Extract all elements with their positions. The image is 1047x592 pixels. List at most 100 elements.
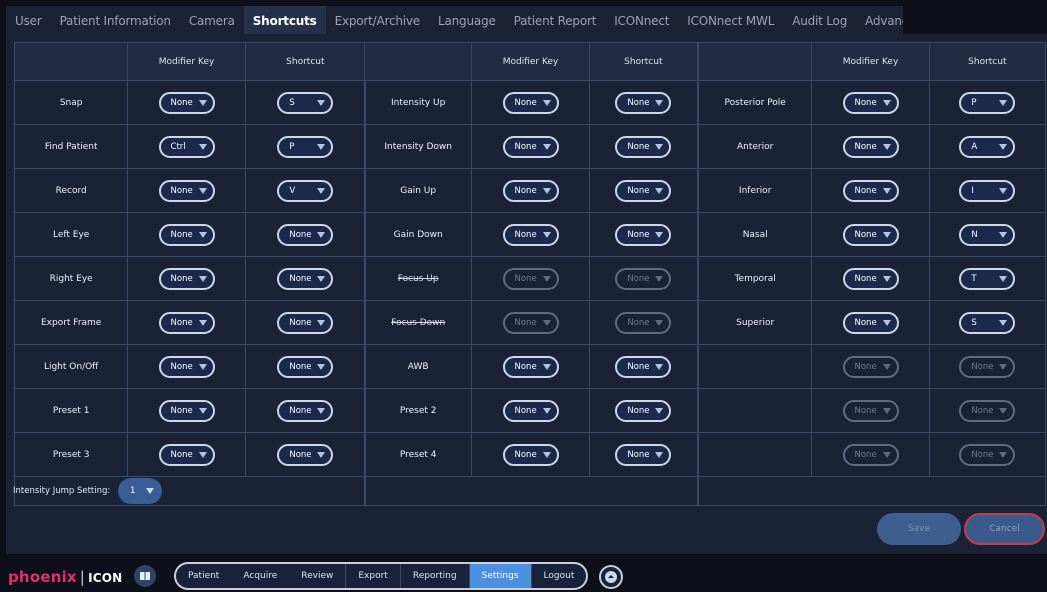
modifier-key-select[interactable]: None <box>158 311 215 334</box>
modifier-key-select[interactable]: None <box>158 267 215 290</box>
dropdown-value: P <box>289 141 295 152</box>
modifier-key-select[interactable]: None <box>502 399 559 422</box>
shortcut-key-select[interactable]: None <box>615 223 672 246</box>
dropdown-cell: None <box>812 169 930 213</box>
dropdown-value: None <box>627 361 650 372</box>
modifier-key-select[interactable]: Ctrl <box>158 135 215 158</box>
chevron-down-icon <box>999 275 1008 282</box>
tab-audit-log[interactable]: Audit Log <box>783 6 856 34</box>
action-name: Inferior <box>699 169 813 213</box>
modifier-key-select[interactable]: None <box>502 443 559 466</box>
tab-patient-information[interactable]: Patient Information <box>51 6 180 34</box>
modifier-key-select[interactable]: None <box>842 311 899 334</box>
shortcut-key-select[interactable]: None <box>277 223 334 246</box>
dropdown-value: None <box>854 273 877 284</box>
nav-reporting[interactable]: Reporting <box>399 564 469 588</box>
chevron-down-icon <box>198 143 207 150</box>
modifier-key-select[interactable]: None <box>502 355 559 378</box>
modifier-key-select[interactable]: None <box>502 135 559 158</box>
shortcut-key-select[interactable]: None <box>277 355 334 378</box>
modifier-key-select[interactable]: None <box>158 443 215 466</box>
shortcut-key-select[interactable]: P <box>277 135 334 158</box>
chevron-down-icon <box>999 407 1008 414</box>
shortcuts-panel: Modifier Key Shortcut Snap None S Find Patien… <box>6 34 1047 554</box>
modifier-key-select[interactable]: None <box>842 179 899 202</box>
tab-shortcuts[interactable]: Shortcuts <box>243 6 326 34</box>
chevron-down-icon <box>198 99 207 106</box>
modifier-key-select[interactable]: None <box>842 135 899 158</box>
nav-acquire[interactable]: Acquire <box>231 564 289 588</box>
dropdown-value: None <box>514 361 537 372</box>
scroll-up-icon[interactable] <box>599 565 623 589</box>
dropdown-cell: None <box>589 81 697 125</box>
shortcut-key-select[interactable]: None <box>615 355 672 378</box>
nav-review[interactable]: Review <box>289 564 345 588</box>
tab-language[interactable]: Language <box>429 6 505 34</box>
shortcut-key-select[interactable]: V <box>277 179 334 202</box>
action-name: AWB <box>365 345 473 389</box>
dropdown-cell: None <box>472 169 590 213</box>
modifier-key-select[interactable]: None <box>502 179 559 202</box>
nav-settings[interactable]: Settings <box>468 564 531 588</box>
action-column-header <box>699 43 813 81</box>
shortcut-key-select[interactable]: None <box>277 267 334 290</box>
shortcut-key-select[interactable]: None <box>615 399 672 422</box>
intensity-jump-select[interactable]: 1 <box>118 478 162 504</box>
shortcut-key-select[interactable]: T <box>959 267 1016 290</box>
shortcut-key-select[interactable]: S <box>277 91 334 114</box>
chevron-down-icon <box>317 143 326 150</box>
dropdown-cell: None <box>128 433 246 477</box>
modifier-key-header: Modifier Key <box>128 43 246 81</box>
shortcut-row: None None <box>699 345 1045 389</box>
tab-camera[interactable]: Camera <box>180 6 244 34</box>
modifier-key-select[interactable]: None <box>842 91 899 114</box>
modifier-key-select[interactable]: None <box>842 223 899 246</box>
shortcut-key-select[interactable]: None <box>615 179 672 202</box>
modifier-key-select[interactable]: None <box>842 267 899 290</box>
shortcut-key-select[interactable]: S <box>959 311 1016 334</box>
manual-book-icon[interactable] <box>134 565 156 587</box>
nav-logout[interactable]: Logout <box>530 564 587 588</box>
dropdown-value: None <box>289 229 312 240</box>
shortcut-key-select[interactable]: None <box>615 91 672 114</box>
action-name: Record <box>15 169 129 213</box>
dropdown-value: None <box>170 317 193 328</box>
save-button[interactable]: Save <box>877 513 961 545</box>
modifier-key-select[interactable]: None <box>502 91 559 114</box>
shortcut-key-select[interactable]: A <box>959 135 1016 158</box>
modifier-key-select[interactable]: None <box>158 355 215 378</box>
shortcut-key-select[interactable]: None <box>277 311 334 334</box>
shortcut-key-select[interactable]: None <box>277 399 334 422</box>
chevron-down-icon <box>542 187 551 194</box>
shortcut-key-select[interactable]: None <box>277 443 334 466</box>
cancel-button[interactable]: Cancel <box>964 513 1045 545</box>
nav-patient[interactable]: Patient <box>176 564 231 588</box>
action-name: Preset 4 <box>365 433 473 477</box>
shortcut-key-select[interactable]: None <box>615 135 672 158</box>
chevron-down-icon <box>655 143 664 150</box>
shortcut-key-select[interactable]: P <box>959 91 1016 114</box>
chevron-down-icon <box>542 363 551 370</box>
tab-export-archive[interactable]: Export/Archive <box>326 6 429 34</box>
shortcut-row: Snap None S <box>15 81 365 125</box>
modifier-key-select[interactable]: None <box>158 223 215 246</box>
chevron-down-icon <box>999 319 1008 326</box>
shortcut-row: Focus Up None None <box>365 257 697 301</box>
modifier-key-select[interactable]: None <box>158 91 215 114</box>
chevron-down-icon <box>655 231 664 238</box>
chevron-down-icon <box>317 451 326 458</box>
shortcut-row: Superior None S <box>699 301 1045 345</box>
shortcut-key-select[interactable]: I <box>959 179 1016 202</box>
chevron-down-icon <box>317 407 326 414</box>
tab-user[interactable]: User <box>6 6 51 34</box>
shortcut-row: None None <box>699 433 1045 477</box>
tab-patient-report[interactable]: Patient Report <box>505 6 606 34</box>
modifier-key-select[interactable]: None <box>502 223 559 246</box>
shortcut-key-select[interactable]: N <box>959 223 1016 246</box>
tab-iconnect[interactable]: ICONnect <box>605 6 678 34</box>
modifier-key-select[interactable]: None <box>158 399 215 422</box>
shortcut-key-select[interactable]: None <box>615 443 672 466</box>
nav-export[interactable]: Export <box>345 564 399 588</box>
tab-iconnect-mwl[interactable]: ICONnect MWL <box>678 6 783 34</box>
modifier-key-select[interactable]: None <box>158 179 215 202</box>
